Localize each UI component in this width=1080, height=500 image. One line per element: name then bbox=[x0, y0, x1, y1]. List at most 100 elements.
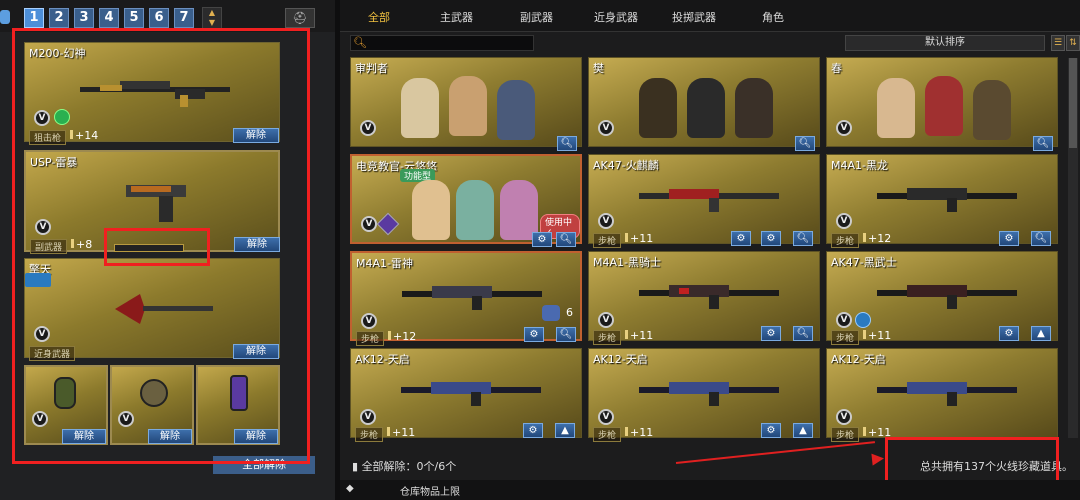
bullet-icon bbox=[388, 331, 391, 340]
item-category: 步枪 bbox=[593, 427, 622, 442]
tab-melee[interactable]: 近身武器 bbox=[594, 9, 638, 25]
search-detail-icon[interactable]: 🔍︎ bbox=[793, 326, 813, 341]
storage-limit-label[interactable]: 仓库物品上限 bbox=[400, 483, 460, 498]
gear-settings-icon[interactable]: ⚙ bbox=[761, 326, 781, 341]
item-count: +12 bbox=[863, 232, 891, 245]
search-detail-icon[interactable]: 🔍︎ bbox=[1031, 231, 1051, 246]
upgrade-arrow-icon[interactable]: ▲ bbox=[1031, 326, 1051, 341]
item-count-value: +11 bbox=[630, 232, 654, 245]
item-count-value: +12 bbox=[393, 330, 417, 343]
v-rank-icon: V bbox=[598, 120, 614, 136]
item-category: 步枪 bbox=[831, 233, 860, 248]
annotation-arrowhead bbox=[871, 452, 885, 466]
gear-settings-icon[interactable]: ⚙ bbox=[761, 231, 781, 246]
inventory-card[interactable]: M4A1-黑龙 V 步枪 +12 ⚙ 🔍︎ bbox=[826, 154, 1058, 248]
unequip-summary: ▮ 全部解除：0个/6个 bbox=[352, 458, 456, 474]
search-input[interactable]: 🔍︎ bbox=[350, 35, 534, 51]
upgrade-arrow-icon[interactable]: ▲ bbox=[555, 423, 575, 438]
character-image bbox=[925, 76, 963, 136]
sort-order-icon[interactable]: ⇅ bbox=[1066, 35, 1080, 51]
tab-all[interactable]: 全部 bbox=[368, 9, 390, 25]
scrollbar-thumb[interactable] bbox=[1069, 58, 1077, 148]
bullet-icon bbox=[625, 427, 628, 436]
search-detail-icon[interactable]: 🔍︎ bbox=[1033, 136, 1053, 151]
gear-settings-icon[interactable]: ⚙ bbox=[999, 231, 1019, 246]
inventory-card[interactable]: AK12-天启 V 步枪 +11 bbox=[826, 348, 1058, 442]
item-count: +11 bbox=[863, 329, 891, 342]
item-count: +11 bbox=[625, 232, 653, 245]
search-detail-icon[interactable]: 🔍︎ bbox=[556, 232, 576, 247]
v-rank-icon: V bbox=[836, 312, 852, 328]
inventory-card[interactable]: AK47-火麒麟 V 步枪 +11 ⚙ ⚙ 🔍︎ bbox=[588, 154, 820, 248]
rifle-image bbox=[877, 382, 1017, 406]
character-image bbox=[456, 180, 494, 240]
inventory-scrollbar[interactable] bbox=[1068, 58, 1078, 438]
gear-settings-icon[interactable]: ⚙ bbox=[731, 231, 751, 246]
v-rank-icon: V bbox=[598, 312, 614, 328]
character-image bbox=[735, 78, 773, 138]
search-detail-icon[interactable]: 🔍︎ bbox=[557, 136, 577, 151]
bullet-icon bbox=[387, 427, 390, 436]
rifle-image bbox=[877, 285, 1017, 309]
tab-throwables[interactable]: 投掷武器 bbox=[672, 9, 716, 25]
rifle-image bbox=[639, 189, 779, 212]
loadout-tab-6[interactable]: 6 bbox=[149, 8, 169, 28]
search-detail-icon[interactable]: 🔍︎ bbox=[793, 231, 813, 246]
bullet-icon bbox=[863, 427, 866, 436]
search-detail-icon[interactable]: 🔍︎ bbox=[556, 327, 576, 342]
v-rank-icon: V bbox=[360, 120, 376, 136]
rifle-image bbox=[402, 286, 542, 310]
item-category: 步枪 bbox=[356, 331, 385, 346]
item-name: M4A1-雷神 bbox=[356, 257, 413, 270]
item-name: AK47-火麒麟 bbox=[593, 159, 659, 172]
character-image bbox=[877, 78, 915, 138]
loadout-tab-4[interactable]: 4 bbox=[99, 8, 119, 28]
tab-primary[interactable]: 主武器 bbox=[440, 9, 473, 25]
gear-settings-icon[interactable]: ⚙ bbox=[761, 423, 781, 438]
bottom-bar: ◆ 仓库物品上限 bbox=[340, 480, 1080, 500]
gear-settings-icon[interactable]: ⚙ bbox=[999, 326, 1019, 341]
loadout-tab-1[interactable]: 1 bbox=[24, 8, 44, 28]
helmet-icon[interactable]: ⛑ bbox=[285, 8, 315, 28]
list-view-icon[interactable]: ☰ bbox=[1051, 35, 1065, 51]
loadout-panel: 1 2 3 4 5 6 7 ▲ ▼ ⛑ M200-幻神 V 狙击枪 +14 解除 … bbox=[0, 0, 335, 500]
search-detail-icon[interactable]: 🔍︎ bbox=[795, 136, 815, 151]
item-count-value: +12 bbox=[868, 232, 892, 245]
character-image bbox=[401, 78, 439, 138]
loadout-tab-2[interactable]: 2 bbox=[49, 8, 69, 28]
inventory-card[interactable]: AK12-天启 V 步枪 +11 ⚙ ▲ bbox=[350, 348, 582, 442]
item-name: 春 bbox=[831, 62, 842, 75]
inventory-card[interactable]: AK12-天启 V 步枪 +11 ⚙ ▲ bbox=[588, 348, 820, 442]
filter-tabs: 全部 主武器 副武器 近身武器 投掷武器 角色 bbox=[340, 0, 1080, 32]
character-image bbox=[500, 180, 538, 240]
inventory-card[interactable]: 审判者 V 🔍︎ bbox=[350, 57, 582, 151]
inventory-card[interactable]: M4A1-黑骑士 V 步枪 +11 ⚙ 🔍︎ bbox=[588, 251, 820, 345]
gear-settings-icon[interactable]: ⚙ bbox=[524, 327, 544, 342]
item-count-value: +11 bbox=[630, 426, 654, 439]
item-category: 步枪 bbox=[593, 330, 622, 345]
loadout-tab-3[interactable]: 3 bbox=[74, 8, 94, 28]
rifle-image bbox=[639, 285, 779, 309]
inventory-card[interactable]: AK47-黑武士 V 步枪 +11 ⚙ ▲ bbox=[826, 251, 1058, 345]
sort-dropdown[interactable]: 默认排序 bbox=[845, 35, 1045, 51]
inventory-card[interactable]: 樊 V 🔍︎ bbox=[588, 57, 820, 151]
loadout-tab-7[interactable]: 7 bbox=[174, 8, 194, 28]
inventory-card[interactable]: M4A1-雷神 6 V 步枪 +12 ⚙ 🔍︎ bbox=[350, 251, 582, 346]
up-down-arrows-icon[interactable]: ▲ ▼ bbox=[202, 7, 222, 29]
item-count-value: +11 bbox=[630, 329, 654, 342]
item-category: 步枪 bbox=[831, 330, 860, 345]
v-rank-icon: V bbox=[361, 313, 377, 329]
inventory-card[interactable]: 春 V 🔍︎ bbox=[826, 57, 1058, 151]
upgrade-arrow-icon[interactable]: ▲ bbox=[793, 423, 813, 438]
inventory-panel: 全部 主武器 副武器 近身武器 投掷武器 角色 🔍︎ 默认排序 ☰ ⇅ 审判者 … bbox=[340, 0, 1080, 500]
inventory-card-selected[interactable]: 电竞教官-云悠悠 功能型 V 使用中✓ ⚙ 🔍︎ bbox=[350, 154, 582, 247]
rifle-image bbox=[639, 382, 779, 406]
item-count-value: +11 bbox=[868, 329, 892, 342]
tab-secondary[interactable]: 副武器 bbox=[520, 9, 553, 25]
gear-settings-icon[interactable]: ⚙ bbox=[523, 423, 543, 438]
gear-settings-icon[interactable]: ⚙ bbox=[532, 232, 552, 247]
loadout-tab-5[interactable]: 5 bbox=[124, 8, 144, 28]
character-image bbox=[449, 76, 487, 136]
v-rank-icon: V bbox=[836, 409, 852, 425]
tab-characters[interactable]: 角色 bbox=[762, 9, 784, 25]
